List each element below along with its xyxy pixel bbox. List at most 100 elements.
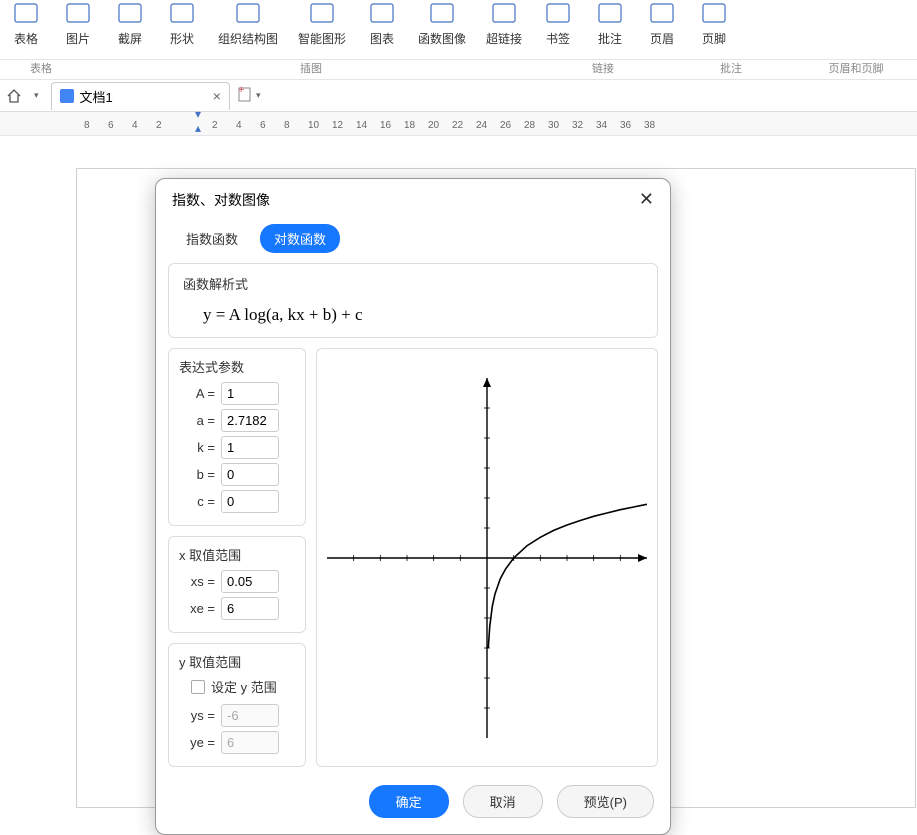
param-label-2: k = [179,440,221,455]
ribbon-item-label: 截屏 [118,30,142,47]
param-label-1: a = [179,413,221,428]
xs-label: xs = [179,574,221,589]
ribbon-group-bar: 表格插图链接批注页眉和页脚 [0,60,917,80]
ruler-tick: 10 [308,120,319,131]
ruler-tick: 36 [620,120,631,131]
ruler-tick: 14 [356,120,367,131]
ruler-tick: 32 [572,120,583,131]
ruler-tick: 24 [476,120,487,131]
close-icon[interactable]: ✕ [639,189,654,210]
ribbon-group-label: 插图 [82,60,540,79]
ribbon-item-0[interactable]: 表格 [0,0,52,59]
ruler-tick: 4 [132,120,138,131]
ribbon-icon [646,0,678,26]
function-graph-dialog: 指数、对数图像 ✕ 指数函数 对数函数 函数解析式 y = A log(a, k… [155,178,671,835]
ruler-tick: 34 [596,120,607,131]
ribbon-item-label: 图片 [66,30,90,47]
ye-label: ye = [179,735,221,750]
ribbon-item-label: 智能图形 [298,30,346,47]
document-tab-title: 文档1 [80,87,113,106]
ruler-indent-marker-icon[interactable]: ▾▴ [195,107,201,135]
ribbon-item-9[interactable]: 书签 [532,0,584,59]
ruler-tick: 38 [644,120,655,131]
ribbon-item-label: 书签 [546,30,570,47]
ribbon-item-3[interactable]: 形状 [156,0,208,59]
close-tab-icon[interactable]: × [213,88,221,104]
ruler-tick: 4 [236,120,242,131]
dialog-tabs: 指数函数 对数函数 [156,220,670,263]
y-range-panel: y 取值范围 设定 y 范围 ys = ye = [168,643,306,767]
tab-exponential[interactable]: 指数函数 [172,224,252,253]
ribbon-item-6[interactable]: 图表 [356,0,408,59]
ruler-tick: 28 [524,120,535,131]
ruler-tick: 22 [452,120,463,131]
ribbon-icon [114,0,146,26]
ribbon-item-label: 超链接 [486,30,522,47]
param-label-4: c = [179,494,221,509]
ribbon-item-5[interactable]: 智能图形 [288,0,356,59]
ys-label: ys = [179,708,221,723]
ribbon-item-11[interactable]: 页眉 [636,0,688,59]
chart-svg [327,378,647,738]
ribbon-item-1[interactable]: 图片 [52,0,104,59]
document-tab[interactable]: 文档1 × [51,82,230,110]
ruler-tick: 30 [548,120,559,131]
chart-preview [316,348,658,767]
ribbon-item-8[interactable]: 超链接 [476,0,532,59]
ruler-tick: 12 [332,120,343,131]
ribbon-item-4[interactable]: 组织结构图 [208,0,288,59]
ribbon-icon [366,0,398,26]
formula-panel: 函数解析式 y = A log(a, kx + b) + c [168,263,658,338]
x-range-panel: x 取值范围 xs = xe = [168,536,306,633]
home-dropdown-icon[interactable]: ▾ [34,90,39,101]
preview-button[interactable]: 预览(P) [557,785,654,818]
horizontal-ruler: ▾▴ 8642246810121416182022242628303234363… [0,112,917,136]
ribbon-group-label: 批注 [666,60,796,79]
param-input-4[interactable] [221,490,279,513]
svg-text:+: + [238,86,244,96]
ribbon-icon [232,0,264,26]
ruler-tick: 20 [428,120,439,131]
ribbon-item-2[interactable]: 截屏 [104,0,156,59]
xe-input[interactable] [221,597,279,620]
formula-display: y = A log(a, kx + b) + c [183,299,643,327]
ribbon-icon [426,0,458,26]
ribbon-item-7[interactable]: 函数图像 [408,0,476,59]
ribbon-item-10[interactable]: 批注 [584,0,636,59]
x-range-title: x 取值范围 [179,545,295,564]
ruler-tick: 8 [284,120,290,131]
y-range-checkbox-label: 设定 y 范围 [211,677,277,696]
document-icon [60,89,74,103]
param-input-0[interactable] [221,382,279,405]
ys-input [221,704,279,727]
ribbon-icon [10,0,42,26]
ye-input [221,731,279,754]
cancel-button[interactable]: 取消 [463,785,543,818]
param-input-3[interactable] [221,463,279,486]
param-label-0: A = [179,386,221,401]
ribbon-icon [488,0,520,26]
ribbon-group-label: 链接 [540,60,666,79]
ok-button[interactable]: 确定 [369,785,449,818]
ribbon-item-label: 页眉 [650,30,674,47]
ribbon-icon [166,0,198,26]
xe-label: xe = [179,601,221,616]
param-label-3: b = [179,467,221,482]
home-icon[interactable] [4,86,24,106]
y-range-title: y 取值范围 [179,652,295,671]
ribbon-item-label: 组织结构图 [218,30,278,47]
new-tab-button[interactable]: + [238,86,252,105]
ruler-tick: 18 [404,120,415,131]
param-input-2[interactable] [221,436,279,459]
expression-params-panel: 表达式参数 A =a =k =b =c = [168,348,306,526]
new-tab-dropdown-icon[interactable]: ▾ [256,90,261,101]
xs-input[interactable] [221,570,279,593]
tab-logarithmic[interactable]: 对数函数 [260,224,340,253]
param-input-1[interactable] [221,409,279,432]
ribbon-icon [698,0,730,26]
y-range-checkbox[interactable] [191,680,205,694]
ribbon-item-label: 表格 [14,30,38,47]
ribbon-item-12[interactable]: 页脚 [688,0,740,59]
ribbon-item-label: 页脚 [702,30,726,47]
ribbon: 表格 图片 截屏形状组织结构图 智能图形图表函数图像超链接 书签批注页眉 页脚 [0,0,917,60]
